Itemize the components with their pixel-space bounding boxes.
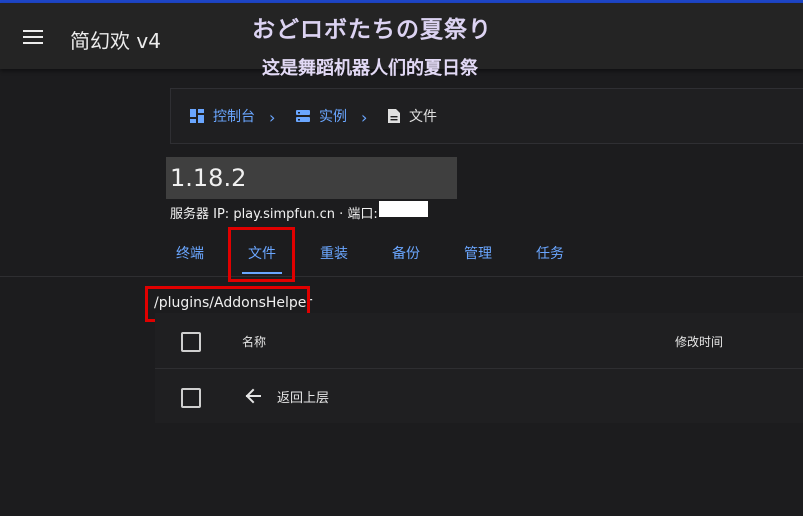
instance-tabs: 终端 文件 重装 备份 管理 任务	[0, 230, 803, 277]
overlay-caption-chinese: 这是舞蹈机器人们的夏日祭	[262, 58, 478, 79]
chevron-right-icon: ›	[361, 108, 368, 127]
tab-manage[interactable]: 管理	[464, 243, 492, 263]
tab-tasks[interactable]: 任务	[536, 243, 564, 263]
breadcrumb-dashboard-label: 控制台	[213, 109, 255, 125]
breadcrumb-files-label: 文件	[409, 109, 437, 125]
app-title: 简幻欢 v4	[70, 29, 161, 53]
file-table: 名称 修改时间 返回上层	[155, 313, 803, 423]
highlight-box-files-tab	[228, 227, 295, 282]
port-value-redacted	[379, 201, 428, 217]
row-checkbox[interactable]	[181, 388, 201, 408]
file-icon	[388, 109, 400, 123]
tab-reinstall[interactable]: 重装	[320, 243, 348, 263]
breadcrumb-files: 文件	[387, 89, 437, 143]
server-info: 服务器 IP: play.simpfun.cn · 端口:	[170, 207, 378, 222]
server-icon	[296, 110, 310, 122]
app-bar: 简幻欢 v4 おどロボたちの夏祭り 这是舞蹈机器人们的夏日祭	[0, 3, 803, 79]
arrow-left-icon[interactable]	[243, 386, 263, 406]
table-row[interactable]: 返回上层	[155, 369, 803, 424]
dashboard-icon	[190, 109, 204, 123]
tab-backup[interactable]: 备份	[392, 243, 420, 263]
column-header-modified: 修改时间	[675, 335, 724, 349]
column-header-name: 名称	[242, 335, 267, 349]
breadcrumb-dashboard[interactable]: 控制台	[189, 89, 255, 143]
tab-terminal[interactable]: 终端	[176, 243, 204, 263]
table-header-row: 名称 修改时间	[155, 313, 803, 369]
overlay-caption-japanese: おどロボたちの夏祭り	[252, 17, 492, 43]
breadcrumb-instance-label: 实例	[319, 109, 347, 125]
breadcrumb-instance[interactable]: 实例	[295, 89, 347, 143]
menu-icon[interactable]	[23, 30, 43, 44]
select-all-checkbox[interactable]	[181, 332, 201, 352]
breadcrumb: 控制台 › 实例 › 文件	[170, 88, 803, 144]
chevron-right-icon: ›	[269, 108, 276, 127]
parent-directory-link[interactable]: 返回上层	[277, 387, 329, 406]
instance-name: 1.18.2	[166, 157, 457, 199]
